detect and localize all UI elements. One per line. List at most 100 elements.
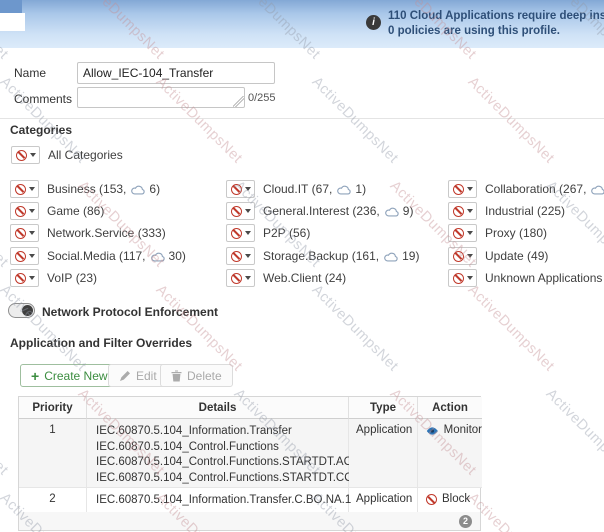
- chevron-down-icon: [30, 153, 36, 157]
- detail-line: IEC.60870.5.104_Control.Functions.STARTD…: [96, 455, 348, 471]
- category-action-button[interactable]: [10, 224, 39, 242]
- info-icon: i: [366, 15, 381, 30]
- cell-priority[interactable]: 1: [19, 419, 87, 488]
- category-item-web-client: Web.Client (24): [226, 269, 346, 287]
- category-item-proxy: Proxy (180): [448, 224, 547, 242]
- category-item-update: Update (49): [448, 247, 548, 265]
- category-action-button[interactable]: [226, 247, 255, 265]
- name-input[interactable]: [77, 62, 275, 84]
- edit-button[interactable]: Edit: [108, 364, 168, 387]
- network-protocol-toggle[interactable]: [8, 303, 35, 318]
- category-item-p2p: P2P (56): [226, 224, 310, 242]
- watermark-text: ActiveDumpsNet: [309, 74, 402, 167]
- block-icon: [231, 251, 242, 262]
- category-action-button[interactable]: [10, 269, 39, 287]
- comments-counter: 0/255: [248, 92, 276, 104]
- category-label: Business (153,6): [47, 182, 160, 196]
- category-action-button[interactable]: [448, 224, 477, 242]
- cell-action[interactable]: Block: [418, 488, 482, 513]
- cell-priority[interactable]: 2: [19, 488, 87, 513]
- comments-label: Comments: [14, 92, 72, 106]
- detail-line: IEC.60870.5.104_Control.Functions: [96, 440, 348, 456]
- watermark-text: ActiveDumpsNet: [153, 282, 246, 375]
- category-action-button[interactable]: [226, 269, 255, 287]
- category-action-button[interactable]: [10, 202, 39, 220]
- banner-corner-fragment: [0, 0, 22, 13]
- chevron-down-icon: [29, 209, 35, 213]
- category-label: Storage.Backup (161,19): [263, 249, 419, 263]
- block-icon: [453, 251, 464, 262]
- chevron-down-icon: [245, 231, 251, 235]
- overrides-table: PriorityDetailsTypeAction1IEC.60870.5.10…: [18, 396, 481, 514]
- category-item-business: Business (153,6): [10, 180, 160, 198]
- banner-line2: 0 policies are using this profile.: [388, 24, 604, 39]
- category-action-button[interactable]: [448, 180, 477, 198]
- block-icon: [453, 273, 464, 284]
- banner-left-notch: [0, 13, 25, 31]
- banner-line1: 110 Cloud Applications require deep insp…: [388, 9, 604, 24]
- cloud-icon: [131, 185, 145, 195]
- name-label: Name: [14, 66, 46, 80]
- cell-details[interactable]: IEC.60870.5.104_Information.Transfer.C.B…: [87, 488, 349, 513]
- category-action-button[interactable]: [10, 180, 39, 198]
- chevron-down-icon: [29, 276, 35, 280]
- all-categories-row: All Categories: [11, 146, 123, 164]
- column-header-priority: Priority: [19, 397, 87, 419]
- chevron-down-icon: [467, 187, 473, 191]
- category-item-storage-backup: Storage.Backup (161,19): [226, 247, 419, 265]
- category-label: Cloud.IT (67,1): [263, 182, 366, 196]
- block-icon: [231, 184, 242, 195]
- chevron-down-icon: [245, 187, 251, 191]
- chevron-down-icon: [467, 231, 473, 235]
- block-icon: [16, 150, 27, 161]
- cloud-icon: [385, 207, 399, 217]
- chevron-down-icon: [29, 231, 35, 235]
- cell-type[interactable]: Application: [349, 488, 418, 513]
- category-item-voip: VoIP (23): [10, 269, 97, 287]
- cell-details[interactable]: IEC.60870.5.104_Information.TransferIEC.…: [87, 419, 349, 488]
- all-categories-action-button[interactable]: [11, 146, 40, 164]
- category-label: Proxy (180): [485, 226, 547, 240]
- category-label: Unknown Applications: [485, 271, 602, 285]
- chevron-down-icon: [245, 254, 251, 258]
- action-label: Monitor: [444, 424, 482, 436]
- column-header-details: Details: [87, 397, 349, 419]
- category-action-button[interactable]: [448, 202, 477, 220]
- cloud-icon: [384, 252, 398, 262]
- watermark-text: ActiveDumpsNet: [309, 282, 402, 375]
- category-action-button[interactable]: [226, 180, 255, 198]
- category-action-button[interactable]: [10, 247, 39, 265]
- category-action-button[interactable]: [226, 224, 255, 242]
- category-item-social-media: Social.Media (117,30): [10, 247, 186, 265]
- watermark-text: ActiveDumpsNet: [465, 74, 558, 167]
- cell-action[interactable]: Monitor: [418, 419, 482, 488]
- delete-button[interactable]: Delete: [160, 364, 233, 387]
- block-icon: [453, 228, 464, 239]
- cell-type[interactable]: Application: [349, 419, 418, 488]
- category-item-general-interest: General.Interest (236,9): [226, 202, 413, 220]
- toggle-knob: [22, 305, 33, 316]
- detail-line: IEC.60870.5.104_Control.Functions.STARTD…: [96, 471, 348, 487]
- category-action-button[interactable]: [226, 202, 255, 220]
- category-action-button[interactable]: [448, 247, 477, 265]
- table-footer: 2: [18, 512, 481, 531]
- categories-section-title: Categories: [10, 123, 72, 137]
- cloud-icon: [591, 185, 604, 195]
- block-icon: [231, 273, 242, 284]
- watermark-text: ActiveDumpsNet: [465, 282, 558, 375]
- category-action-button[interactable]: [448, 269, 477, 287]
- network-protocol-label: Network Protocol Enforcement: [42, 305, 218, 319]
- detail-line: IEC.60870.5.104_Information.Transfer: [96, 424, 348, 440]
- chevron-down-icon: [245, 276, 251, 280]
- banner-message: 110 Cloud Applications require deep insp…: [388, 9, 604, 39]
- watermark-text: ActiveDumpsNet: [543, 386, 604, 479]
- block-icon: [15, 273, 26, 284]
- chevron-down-icon: [245, 209, 251, 213]
- create-new-button[interactable]: + Create New: [20, 364, 119, 387]
- chevron-down-icon: [467, 276, 473, 280]
- category-label: Collaboration (267,16): [485, 182, 604, 196]
- eye-icon: [426, 426, 439, 436]
- create-new-label: Create New: [44, 369, 107, 383]
- comments-input[interactable]: [77, 87, 245, 108]
- block-icon: [15, 184, 26, 195]
